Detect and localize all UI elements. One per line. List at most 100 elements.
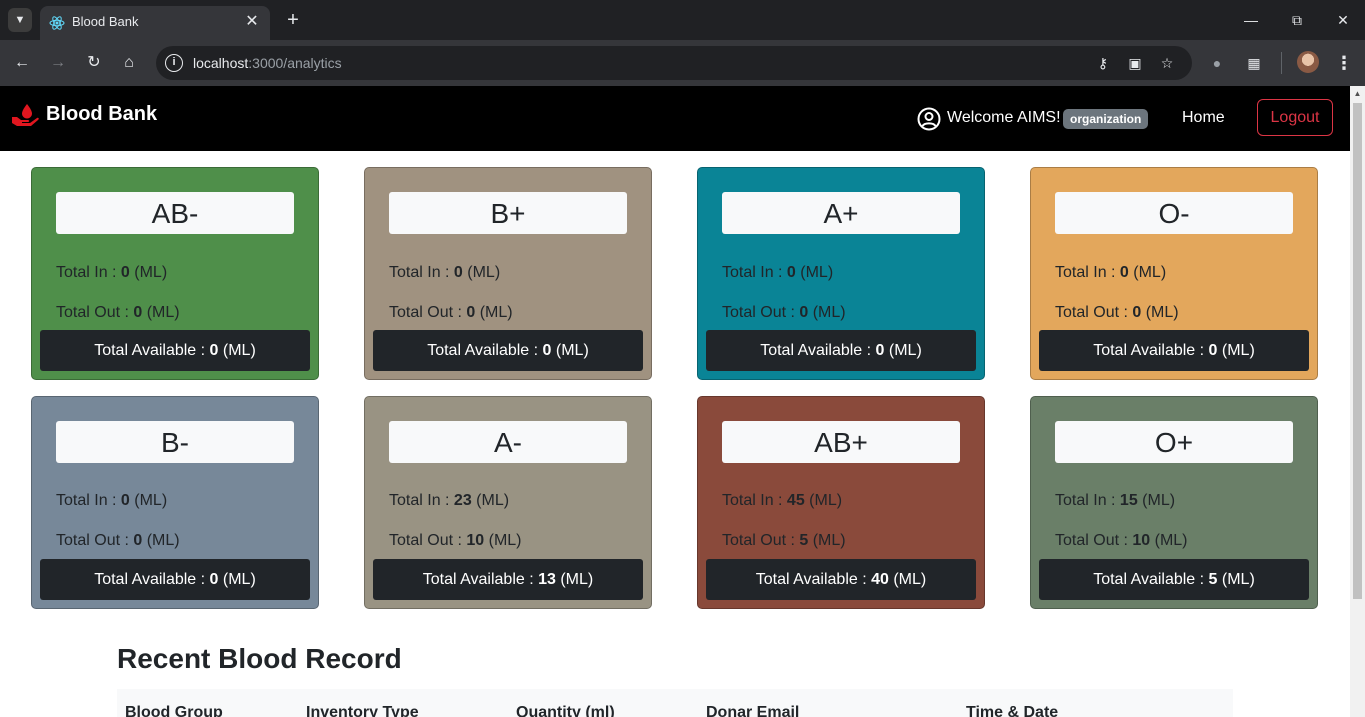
- scroll-up-arrow-icon[interactable]: ▲: [1350, 86, 1365, 101]
- recent-records-title: Recent Blood Record: [117, 643, 402, 674]
- profile-avatar[interactable]: [1297, 51, 1319, 73]
- blood-group-title: B-: [56, 421, 294, 463]
- column-header: Blood Group: [125, 704, 223, 717]
- total-out-row: Total Out : 5 (ML): [722, 532, 846, 549]
- back-arrow-icon[interactable]: ←: [10, 51, 34, 75]
- minimize-icon[interactable]: —: [1228, 0, 1274, 40]
- total-in-row: Total In : 23 (ML): [389, 492, 510, 509]
- blood-group-card: O+ Total In : 15 (ML) Total Out : 10 (ML) T…: [1030, 396, 1318, 609]
- blood-group-title: AB-: [56, 192, 294, 234]
- more-menu-icon[interactable]: ⋮: [1334, 51, 1354, 75]
- react-logo-icon: [49, 16, 65, 30]
- total-out-value: 0: [133, 532, 143, 549]
- home-link[interactable]: Home: [1182, 108, 1225, 128]
- blood-group-card: AB+ Total In : 45 (ML) Total Out : 5 (ML) T…: [697, 396, 985, 609]
- total-available-value: 13: [538, 571, 556, 588]
- page-viewport: Blood Bank Welcome AIMS! organization Ho…: [0, 86, 1350, 717]
- tab-close-icon[interactable]: ✕: [242, 12, 262, 32]
- total-available-footer: Total Available : 0 (ML): [373, 330, 643, 371]
- total-in-row: Total In : 0 (ML): [1055, 264, 1167, 281]
- total-in-row: Total In : 0 (ML): [56, 264, 168, 281]
- total-available-footer: Total Available : 13 (ML): [373, 559, 643, 600]
- blood-group-card: O- Total In : 0 (ML) Total Out : 0 (ML) Tot…: [1030, 167, 1318, 380]
- brand-title[interactable]: Blood Bank: [46, 101, 157, 127]
- blood-group-card: B- Total In : 0 (ML) Total Out : 0 (ML) Tot…: [31, 396, 319, 609]
- total-in-value: 0: [120, 492, 130, 509]
- total-out-value: 0: [466, 304, 476, 321]
- window-close-icon[interactable]: ✕: [1320, 0, 1365, 40]
- restore-icon[interactable]: ⧉: [1274, 0, 1320, 40]
- user-circle-icon: [917, 107, 941, 131]
- scroll-thumb[interactable]: [1353, 103, 1362, 599]
- url-text: localhost:3000/analytics: [193, 55, 342, 71]
- address-bar[interactable]: i localhost:3000/analytics ⚷ ▣ ☆: [156, 46, 1192, 80]
- page-scrollbar[interactable]: ▲: [1350, 86, 1365, 717]
- total-available-footer: Total Available : 5 (ML): [1039, 559, 1309, 600]
- site-info-icon[interactable]: i: [165, 54, 183, 72]
- total-out-value: 0: [133, 304, 143, 321]
- column-header: Donar Email: [706, 704, 800, 717]
- tab-title: Blood Bank: [72, 14, 139, 29]
- blood-group-card: AB- Total In : 0 (ML) Total Out : 0 (ML) To…: [31, 167, 319, 380]
- new-tab-plus-icon[interactable]: +: [281, 8, 305, 32]
- blood-group-title: O-: [1055, 192, 1293, 234]
- password-key-icon[interactable]: ⚷: [1093, 53, 1113, 73]
- extension-dot-icon[interactable]: ●: [1205, 51, 1229, 75]
- browser-tab[interactable]: Blood Bank ✕: [40, 6, 270, 40]
- blood-group-card: A+ Total In : 0 (ML) Total Out : 0 (ML) Tot…: [697, 167, 985, 380]
- logout-button[interactable]: Logout: [1257, 99, 1333, 136]
- blood-group-title: A-: [389, 421, 627, 463]
- total-available-value: 40: [871, 571, 889, 588]
- app-navbar: Blood Bank Welcome AIMS! organization Ho…: [0, 86, 1350, 151]
- total-out-value: 10: [1132, 532, 1151, 549]
- total-available-footer: Total Available : 40 (ML): [706, 559, 976, 600]
- total-available-footer: Total Available : 0 (ML): [1039, 330, 1309, 371]
- total-in-value: 0: [453, 264, 463, 281]
- browser-tab-bar: ▼ Blood Bank ✕ + — ⧉ ✕: [0, 0, 1365, 40]
- total-out-row: Total Out : 0 (ML): [56, 304, 180, 321]
- total-out-row: Total Out : 10 (ML): [389, 532, 522, 549]
- column-header: Time & Date: [966, 704, 1059, 717]
- total-out-row: Total Out : 0 (ML): [1055, 304, 1179, 321]
- blood-group-card: A- Total In : 23 (ML) Total Out : 10 (ML) T…: [364, 396, 652, 609]
- total-out-row: Total Out : 10 (ML): [1055, 532, 1188, 549]
- total-in-value: 0: [786, 264, 796, 281]
- total-out-row: Total Out : 0 (ML): [56, 532, 180, 549]
- blood-group-card: B+ Total In : 0 (ML) Total Out : 0 (ML) Tot…: [364, 167, 652, 380]
- total-in-value: 23: [453, 492, 472, 509]
- total-in-value: 0: [1119, 264, 1129, 281]
- total-out-value: 0: [799, 304, 809, 321]
- blood-group-title: AB+: [722, 421, 960, 463]
- home-icon[interactable]: ⌂: [117, 51, 141, 75]
- total-out-value: 5: [799, 532, 809, 549]
- total-in-value: 15: [1119, 492, 1138, 509]
- total-in-row: Total In : 0 (ML): [389, 264, 501, 281]
- total-out-row: Total Out : 0 (ML): [389, 304, 513, 321]
- blood-drop-hand-icon: [12, 104, 39, 126]
- total-in-row: Total In : 15 (ML): [1055, 492, 1176, 509]
- extensions-puzzle-icon[interactable]: ▦: [1242, 51, 1266, 75]
- role-badge: organization: [1063, 109, 1149, 129]
- total-available-footer: Total Available : 0 (ML): [40, 330, 310, 371]
- bookmark-star-icon[interactable]: ☆: [1157, 53, 1177, 73]
- total-out-value: 0: [1132, 304, 1142, 321]
- records-table-header: Blood Group Inventory Type Quantity (ml)…: [117, 689, 1233, 717]
- reload-icon[interactable]: ↻: [82, 51, 106, 75]
- total-in-value: 45: [786, 492, 805, 509]
- total-available-footer: Total Available : 0 (ML): [706, 330, 976, 371]
- blood-group-title: A+: [722, 192, 960, 234]
- total-in-row: Total In : 0 (ML): [722, 264, 834, 281]
- blood-group-title: B+: [389, 192, 627, 234]
- total-in-row: Total In : 0 (ML): [56, 492, 168, 509]
- welcome-text: Welcome AIMS!: [947, 109, 1061, 126]
- tab-search-chevron-icon[interactable]: ▼: [8, 8, 32, 32]
- total-out-value: 10: [466, 532, 485, 549]
- total-available-footer: Total Available : 0 (ML): [40, 559, 310, 600]
- total-in-value: 0: [120, 264, 130, 281]
- column-header: Inventory Type: [306, 704, 419, 717]
- total-in-row: Total In : 45 (ML): [722, 492, 843, 509]
- forward-arrow-icon[interactable]: →: [46, 51, 70, 75]
- install-app-icon[interactable]: ▣: [1125, 53, 1145, 73]
- browser-toolbar: ← → ↻ ⌂ i localhost:3000/analytics ⚷ ▣ ☆…: [0, 40, 1365, 86]
- toolbar-divider: [1281, 52, 1282, 74]
